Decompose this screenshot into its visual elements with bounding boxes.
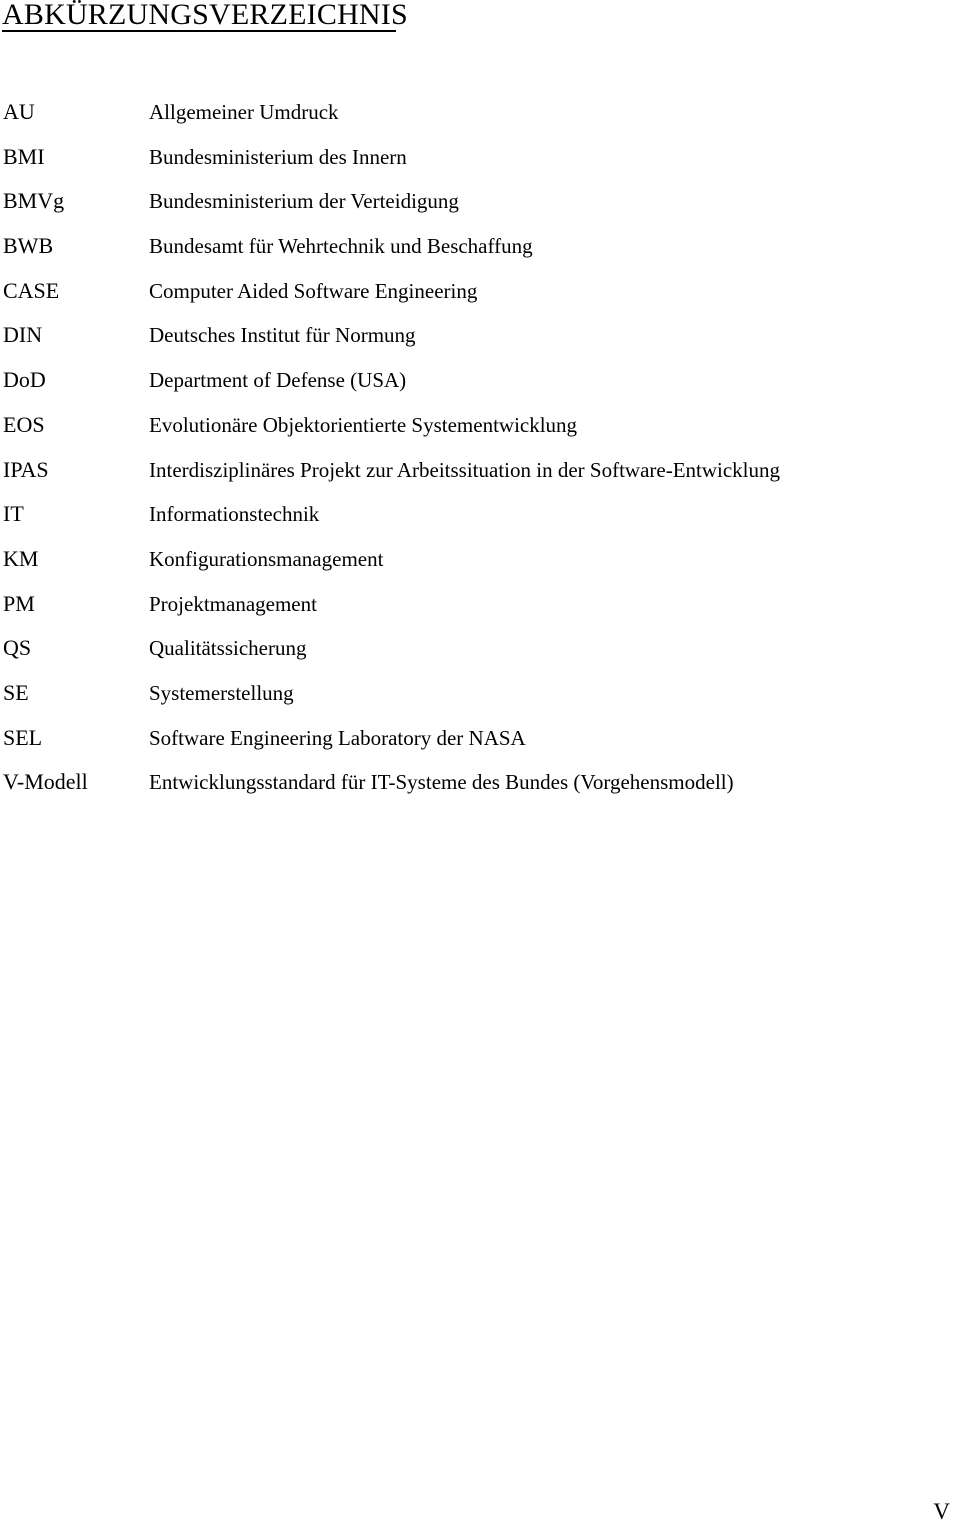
abbreviation-definition: Bundesministerium der Verteidigung (149, 189, 459, 214)
abbreviation-row: IPAS Interdisziplinäres Projekt zur Arbei… (0, 456, 960, 501)
abbreviation-term: BMI (3, 143, 45, 169)
abbreviation-term: KM (3, 545, 39, 571)
abbreviation-term: BMVg (3, 188, 65, 214)
abbreviation-row: DIN Deutsches Institut für Normung (0, 321, 960, 366)
abbreviation-definition: Department of Defense (USA) (149, 368, 407, 393)
abbreviation-term: QS (3, 635, 32, 661)
abbreviation-term: PM (3, 590, 35, 616)
abbreviation-row: SEL Software Engineering Laboratory der N… (0, 724, 960, 769)
page-number: V (933, 1499, 950, 1524)
abbreviation-definition: Computer Aided Software Engineering (149, 278, 478, 303)
abbreviation-row: IT Informationstechnik (0, 500, 960, 545)
abbreviation-row: QS Qualitätssicherung (0, 634, 960, 679)
abbreviation-term: IPAS (3, 456, 49, 482)
document-page: ABKÜRZUNGSVERZEICHNIS AU Allgemeiner Umdr… (0, 0, 960, 1531)
abbreviation-term: IT (3, 501, 24, 527)
abbreviation-row: KM Konfigurationsmanagement (0, 545, 960, 590)
page-title: ABKÜRZUNGSVERZEICHNIS (2, 0, 408, 31)
abbreviation-term: V-Modell (3, 769, 88, 795)
abbreviation-term: CASE (3, 277, 60, 303)
abbreviation-row: SE Systemerstellung (0, 679, 960, 724)
abbreviation-definition: Qualitätssicherung (149, 636, 307, 661)
abbreviation-definition: Software Engineering Laboratory der NASA (149, 725, 526, 750)
abbreviation-term: BWB (3, 233, 54, 259)
abbreviation-row: BWB Bundesamt für Wehrtechnik und Beschaf… (0, 232, 960, 277)
abbreviation-term: AU (3, 99, 35, 124)
abbreviation-row: DoD Department of Defense (USA) (0, 366, 960, 411)
abbreviation-definition: Konfigurationsmanagement (149, 546, 384, 571)
abbreviation-term: EOS (3, 411, 45, 437)
abbreviation-definition: Interdisziplinäres Projekt zur Arbeitssi… (149, 457, 781, 482)
abbreviation-definition: Bundesamt für Wehrtechnik und Beschaffun… (149, 234, 533, 259)
abbreviation-term: SE (3, 679, 29, 705)
abbreviation-row: BMVg Bundesministerium der Verteidigung (0, 187, 960, 232)
abbreviation-definition: Allgemeiner Umdruck (149, 100, 339, 124)
abbreviation-term: DIN (3, 322, 43, 348)
abbreviation-term: SEL (3, 724, 43, 750)
abbreviation-definition: Informationstechnik (149, 502, 320, 527)
abbreviation-term: DoD (3, 367, 46, 393)
abbreviation-list: AU Allgemeiner Umdruck BMI Bundesministeriu… (0, 98, 960, 813)
abbreviation-definition: Systemerstellung (149, 680, 294, 705)
abbreviation-row: PM Projektmanagement (0, 590, 960, 635)
abbreviation-definition: Evolutionäre Objektorientierte Systement… (149, 412, 578, 437)
abbreviation-row: V-Modell Entwicklungsstandard für IT-Syst… (0, 768, 960, 813)
abbreviation-definition: Bundesministerium des Innern (149, 144, 407, 169)
abbreviation-definition: Deutsches Institut für Normung (149, 323, 416, 348)
abbreviation-row: CASE Computer Aided Software Engineering (0, 277, 960, 322)
abbreviation-definition: Projektmanagement (149, 591, 317, 616)
title-underline-rule (2, 30, 396, 32)
abbreviation-row: BMI Bundesministerium des Innern (0, 143, 960, 188)
abbreviation-row: EOS Evolutionäre Objektorientierte System… (0, 411, 960, 456)
abbreviation-definition: Entwicklungsstandard für IT-Systeme des … (149, 770, 734, 795)
abbreviation-row: AU Allgemeiner Umdruck (0, 98, 960, 143)
